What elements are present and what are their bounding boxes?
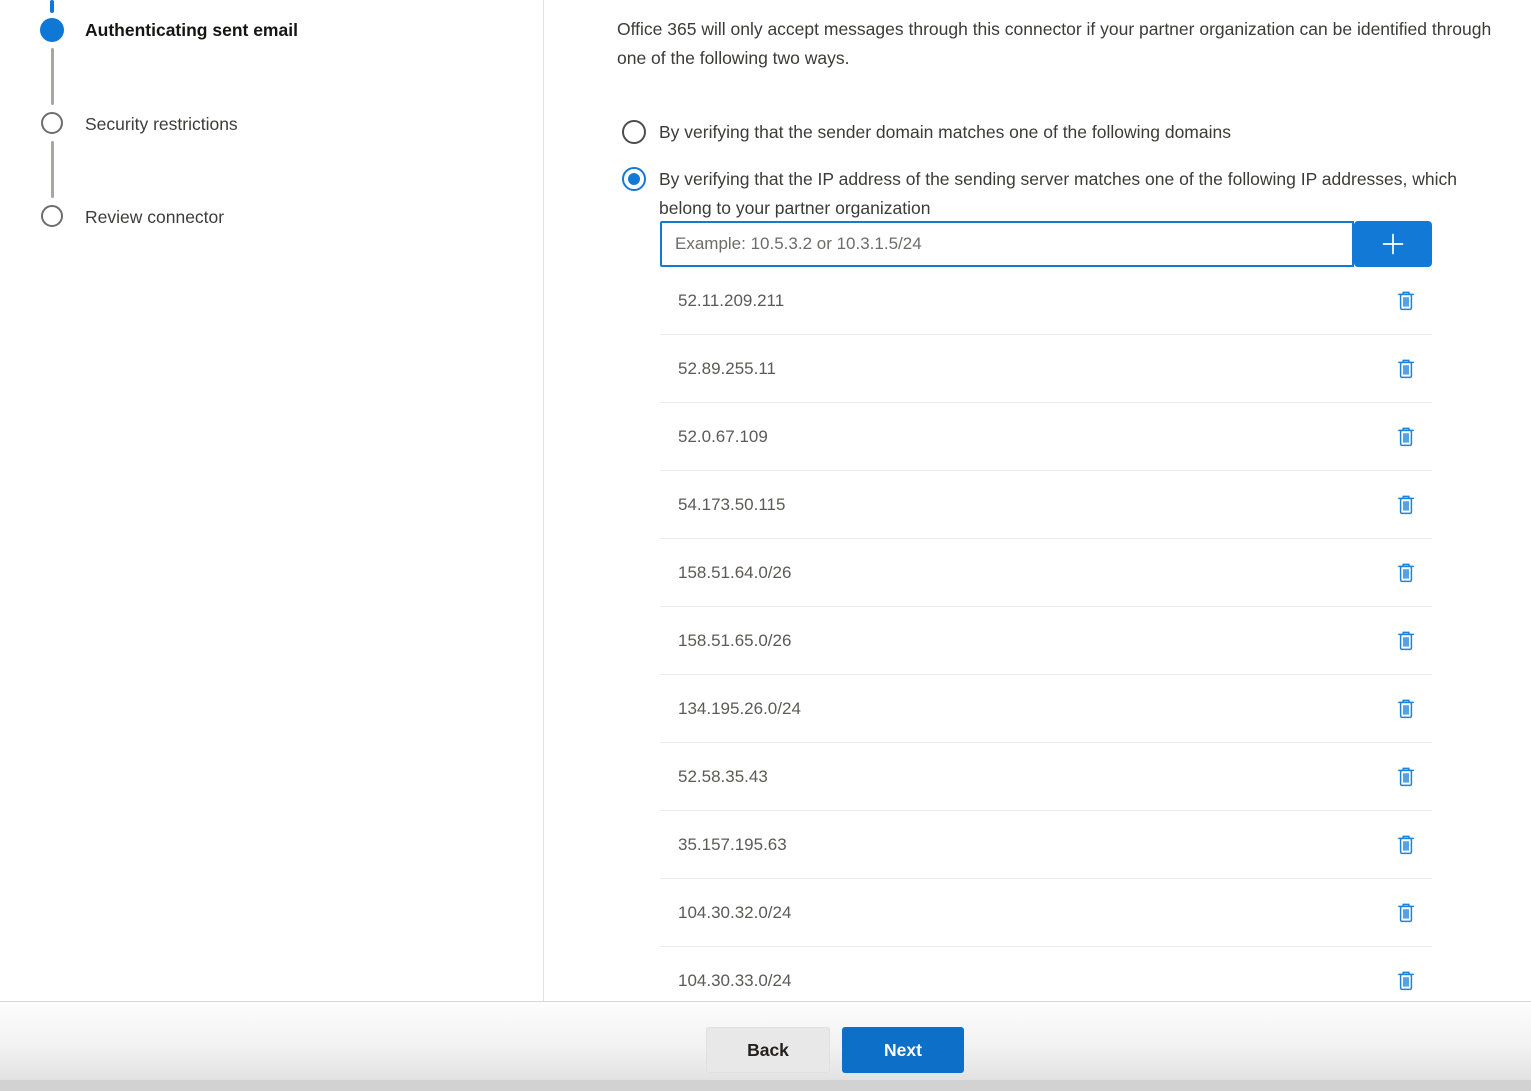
delete-ip-button[interactable] — [1392, 287, 1420, 315]
ip-address-value: 52.89.255.11 — [678, 359, 776, 379]
ip-address-value: 158.51.65.0/26 — [678, 631, 791, 651]
ip-address-value: 52.0.67.109 — [678, 427, 768, 447]
radio-button-icon[interactable] — [622, 120, 646, 144]
step-circle-current-icon — [40, 18, 64, 42]
option-ip-address-label: By verifying that the IP address of the … — [659, 165, 1479, 223]
ip-address-list: 52.11.209.211 52.89.255.11 52.0.67.109 54.1… — [660, 267, 1432, 1001]
trash-icon — [1397, 427, 1415, 447]
trash-icon — [1397, 971, 1415, 991]
wizard-footer-bar: Back Next — [0, 1001, 1531, 1080]
stepper-connector-line — [51, 48, 54, 105]
ip-row: 52.58.35.43 — [660, 743, 1432, 811]
connector-wizard-page: Authenticating sent email Security restr… — [0, 0, 1531, 1091]
ip-entry-group — [660, 221, 1432, 267]
trash-icon — [1397, 903, 1415, 923]
delete-ip-button[interactable] — [1392, 627, 1420, 655]
ip-row: 104.30.32.0/24 — [660, 879, 1432, 947]
delete-ip-button[interactable] — [1392, 423, 1420, 451]
delete-ip-button[interactable] — [1392, 899, 1420, 927]
step-circle-icon — [41, 112, 63, 134]
trash-icon — [1397, 767, 1415, 787]
stepper-connector-line-completed — [50, 0, 54, 13]
step-circle-icon — [41, 205, 63, 227]
ip-address-input[interactable] — [660, 221, 1354, 267]
ip-address-value: 52.11.209.211 — [678, 291, 784, 311]
ip-row: 52.89.255.11 — [660, 335, 1432, 403]
trash-icon — [1397, 359, 1415, 379]
ip-address-value: 134.195.26.0/24 — [678, 699, 801, 719]
delete-ip-button[interactable] — [1392, 967, 1420, 995]
ip-row: 158.51.64.0/26 — [660, 539, 1432, 607]
intro-text: Office 365 will only accept messages thr… — [617, 15, 1525, 72]
delete-ip-button[interactable] — [1392, 831, 1420, 859]
step-review-connector: Review connector — [85, 205, 224, 229]
ip-address-value: 52.58.35.43 — [678, 767, 768, 787]
delete-ip-button[interactable] — [1392, 559, 1420, 587]
radio-button-selected-icon[interactable] — [622, 167, 646, 191]
ip-address-value: 104.30.33.0/24 — [678, 971, 791, 991]
back-button[interactable]: Back — [706, 1027, 830, 1073]
delete-ip-button[interactable] — [1392, 763, 1420, 791]
trash-icon — [1397, 563, 1415, 583]
ip-row: 104.30.33.0/24 — [660, 947, 1432, 1001]
delete-ip-button[interactable] — [1392, 355, 1420, 383]
stepper-connector-line — [51, 141, 54, 198]
option-sender-domain-label: By verifying that the sender domain matc… — [659, 118, 1231, 147]
ip-row: 52.0.67.109 — [660, 403, 1432, 471]
ip-address-value: 158.51.64.0/26 — [678, 563, 791, 583]
ip-row: 134.195.26.0/24 — [660, 675, 1432, 743]
delete-ip-button[interactable] — [1392, 695, 1420, 723]
plus-icon — [1379, 230, 1407, 258]
option-ip-address[interactable]: By verifying that the IP address of the … — [622, 165, 1479, 223]
add-ip-button[interactable] — [1354, 221, 1432, 267]
trash-icon — [1397, 835, 1415, 855]
ip-row: 158.51.65.0/26 — [660, 607, 1432, 675]
wizard-steps-sidebar: Authenticating sent email Security restr… — [0, 0, 544, 1001]
ip-row: 54.173.50.115 — [660, 471, 1432, 539]
ip-address-value: 54.173.50.115 — [678, 495, 785, 515]
ip-address-value: 35.157.195.63 — [678, 835, 787, 855]
trash-icon — [1397, 291, 1415, 311]
ip-row: 52.11.209.211 — [660, 267, 1432, 335]
option-sender-domain[interactable]: By verifying that the sender domain matc… — [622, 118, 1231, 147]
trash-icon — [1397, 495, 1415, 515]
trash-icon — [1397, 631, 1415, 651]
trash-icon — [1397, 699, 1415, 719]
ip-row: 35.157.195.63 — [660, 811, 1432, 879]
step-authenticating-sent-email: Authenticating sent email — [85, 18, 298, 42]
wizard-stepper: Authenticating sent email Security restr… — [0, 0, 543, 1001]
next-button[interactable]: Next — [842, 1027, 964, 1073]
window-bottom-edge — [0, 1080, 1531, 1091]
step-security-restrictions: Security restrictions — [85, 112, 238, 136]
ip-address-value: 104.30.32.0/24 — [678, 903, 791, 923]
delete-ip-button[interactable] — [1392, 491, 1420, 519]
wizard-content-pane: Office 365 will only accept messages thr… — [545, 0, 1531, 1001]
